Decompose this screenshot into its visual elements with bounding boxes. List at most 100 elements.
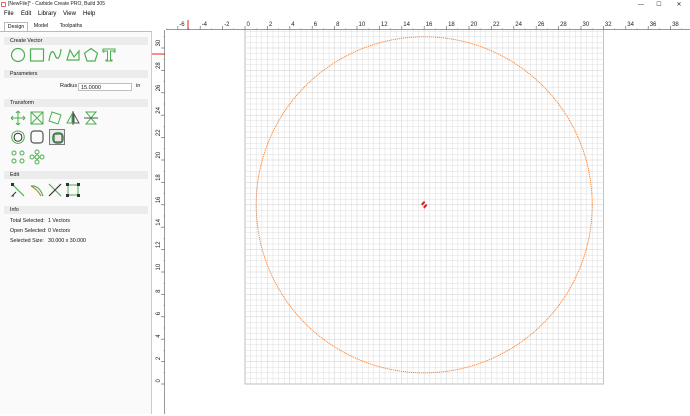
align-tool-button[interactable] [83,110,99,126]
menu-help[interactable]: Help [83,11,95,17]
ruler-tick-label: 14 [403,22,410,28]
ruler-tick-label: 10 [156,263,162,270]
ruler-tick-label: 38 [672,22,679,28]
open-selected-label: Open Selected: [10,228,47,234]
ruler-tick-label: 26 [538,22,545,28]
minimize-button[interactable]: — [634,0,648,10]
ruler-tick-label: 12 [156,241,162,248]
ruler-tick-label: 8 [156,289,162,293]
maximize-button[interactable]: ☐ [652,0,666,10]
fillet-tool-button[interactable] [29,129,45,145]
ruler-tick-label: 8 [336,22,340,28]
window-title: [NewFile]* - Carbide Create PRO, Build 3… [8,1,105,7]
trim-icon [48,183,62,197]
ruler-tick-label: 36 [650,22,657,28]
mirror-tool-button[interactable] [65,110,81,126]
circular-array-icon [29,149,45,165]
ruler-tick-label: 2 [269,22,273,28]
ruler-tick-label: 24 [515,22,522,28]
grid-array-icon [11,150,25,164]
pentagon-tool-button[interactable] [83,47,99,63]
ruler-tick-label: 2 [156,356,162,360]
total-selected-value: 1 Vectors [48,218,71,224]
radius-unit: in [136,83,141,89]
node-edit-tool-button[interactable] [10,182,26,198]
bounding-box-tool-button[interactable] [65,182,81,198]
join-curve-icon [30,185,44,197]
menu-file[interactable]: File [4,11,14,17]
trim-tool-button[interactable] [47,182,63,198]
circular-array-tool-button[interactable] [29,149,45,165]
ruler-tick-label: 28 [560,22,567,28]
ruler-tick-label: 0 [247,22,251,28]
circle-tool-button[interactable] [10,47,26,63]
scale-icon [30,111,44,125]
text-tool-button[interactable] [101,47,117,63]
ruler-tick-label: 28 [156,62,162,69]
ruler-tick-label: 18 [448,22,455,28]
app-logo-icon [1,2,6,7]
ruler-tick-label: 20 [471,22,478,28]
polygon-icon [66,48,80,61]
move-tool-button[interactable] [10,110,26,126]
array-tool-button[interactable] [10,149,26,165]
offset-icon [11,130,25,144]
selected-size-label: Selected Size: [10,238,44,244]
mirror-icon [66,111,80,125]
text-icon [102,48,116,62]
design-canvas[interactable] [152,20,690,414]
ruler-tick-label: 20 [156,151,162,158]
tab-toolpaths[interactable]: Toolpaths [54,22,88,31]
ruler-tick-label: 4 [291,22,295,28]
canvas-drawing[interactable] [152,20,690,414]
move-arrows-icon [10,110,26,126]
open-selected-row: Open Selected: 0 Vectors [10,228,70,234]
curve-tool-button[interactable] [47,47,63,63]
ruler-tick-label: 16 [156,196,162,203]
bounding-box-icon [66,183,80,197]
rotate-tool-button[interactable] [47,110,63,126]
tab-model[interactable]: Model [30,22,52,31]
join-tool-button[interactable] [29,182,45,198]
selected-size-row: Selected Size: 30.000 x 30.000 [10,238,86,244]
ruler-tick-label: 16 [426,22,433,28]
total-selected-row: Total Selected: 1 Vectors [10,218,70,224]
horizontal-ruler: -6 -4 -2 0 2 4 6 8 10 12 14 16 18 20 22 24 26 28 30 32 34 36 3… [166,20,690,30]
circle-icon [10,47,26,63]
ruler-tick-label: -2 [224,22,230,28]
boolean-tool-button[interactable] [49,129,65,145]
menu-view[interactable]: View [63,11,76,17]
section-edit: Edit [4,171,148,179]
title-bar: [NewFile]* - Carbide Create PRO, Build 3… [0,0,690,10]
radius-input[interactable]: 15.0000 [78,83,132,91]
tab-design[interactable]: Design [4,22,28,31]
menu-library[interactable]: Library [38,11,56,17]
ruler-tick-label: 22 [493,22,500,28]
ruler-tick-label: 14 [156,218,162,225]
section-create-vector: Create Vector [4,37,148,45]
radius-label: Radius [60,83,78,89]
ruler-tick-label: 24 [156,106,162,113]
polyline-tool-button[interactable] [65,47,81,63]
close-button[interactable]: ✕ [672,0,686,10]
ruler-tick-label: 10 [359,22,366,28]
vertical-ruler: 30 28 26 24 22 20 18 16 14 12 10 8 6 4 2 0 [152,30,165,414]
menu-bar: File Edit Library View Help [0,10,690,20]
fillet-icon [30,130,44,144]
ruler-tick-label: 6 [156,311,162,315]
rectangle-tool-button[interactable] [29,47,45,63]
ruler-tick-label: 4 [156,334,162,338]
ruler-tick-label: 30 [583,22,590,28]
scale-tool-button[interactable] [29,110,45,126]
section-transform: Transform [4,99,148,107]
menu-edit[interactable]: Edit [21,11,31,17]
ruler-tick-label: -6 [179,22,185,28]
open-selected-value: 0 Vectors [48,228,71,234]
ruler-tick-label: 18 [156,174,162,181]
offset-tool-button[interactable] [10,129,26,145]
ruler-tick-label: -4 [202,22,208,28]
node-edit-icon [10,183,25,197]
vertical-ruler-scale: 302826242220181614121086420 [152,36,165,385]
horizontal-ruler-scale: -6 -4 -2 0 2 4 6 8 10 12 14 16 18 20 22 24 26 28 30 32 34 36 3… [166,20,682,30]
ruler-tick-label: 0 [156,379,162,383]
